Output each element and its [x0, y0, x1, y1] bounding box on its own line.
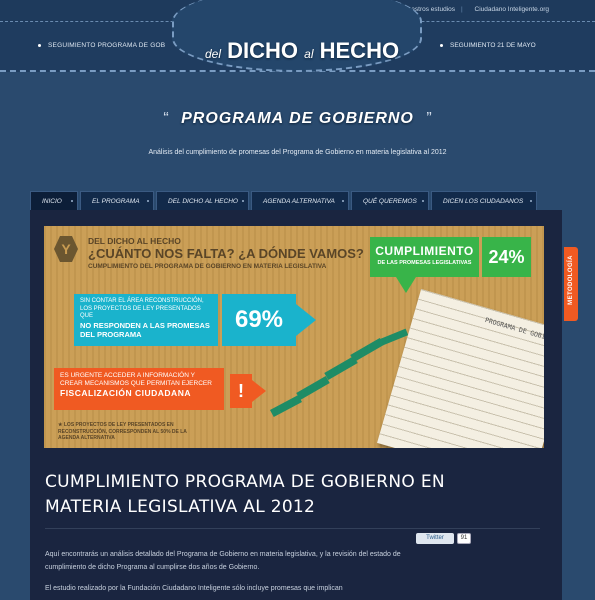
cumplimiento-sub: DE LAS PROMESAS LEGISLATIVAS	[377, 260, 472, 266]
nav-seguimiento-programa-label: Seguimiento Programa de Gob	[48, 42, 166, 49]
link-ciudadano-inteligente[interactable]: Ciudadano Inteligente.org	[475, 6, 549, 13]
article-body: Aquí encontrarás un análisis detallado d…	[45, 548, 405, 600]
infographic-banner[interactable]: Y DEL DICHO AL HECHO ¿CUÁNTO NOS FALTA? …	[44, 226, 544, 448]
exclamation-icon: !	[230, 374, 252, 408]
tab-inicio[interactable]: Inicio	[30, 191, 78, 210]
fiscalizacion-text-2: FISCALIZACIÓN CIUDADANA	[60, 388, 191, 398]
metodologia-side-tab[interactable]: Metodología	[564, 247, 578, 321]
proyectos-percent: 69%	[222, 294, 296, 346]
twitter-share-button[interactable]: Twitter	[416, 533, 454, 544]
nav-seguimiento-21-mayo[interactable]: Seguimiento 21 de mayo	[440, 42, 536, 49]
bullet-icon	[38, 43, 41, 47]
cyan-arrow-icon	[296, 304, 316, 336]
cumplimiento-percent: 24%	[482, 237, 531, 277]
divider	[45, 528, 540, 529]
nav-seguimiento-21-mayo-label: Seguimiento 21 de mayo	[450, 42, 536, 49]
logo-word-al: al	[304, 47, 314, 61]
banner-heading-big: ¿CUÁNTO NOS FALTA? ¿A DÓNDE VAMOS?	[88, 246, 364, 261]
fiscalizacion-box: ES URGENTE ACCEDER A INFORMACIÓN Y CREAR…	[54, 368, 224, 410]
content-panel: Y DEL DICHO AL HECHO ¿CUÁNTO NOS FALTA? …	[30, 210, 562, 600]
cumplimiento-box: CUMPLIMIENTO DE LAS PROMESAS LEGISLATIVA…	[370, 237, 479, 277]
article-paragraph: Aquí encontrarás un análisis detallado d…	[45, 551, 401, 571]
tab-del-dicho-al-hecho[interactable]: Del dicho al hecho	[156, 191, 249, 210]
quote-close-icon: ”	[426, 110, 432, 127]
proyectos-text-2: NO RESPONDEN A LAS PROMESAS DEL PROGRAMA	[80, 320, 210, 339]
y-hexagon-icon: Y	[54, 236, 78, 262]
green-pointer-icon	[396, 277, 416, 293]
paper-title: PROGRAMA DE GOBIERNO	[484, 316, 544, 346]
article-paragraph: El estudio realizado por la Fundación Ci…	[45, 585, 343, 592]
stair-step	[296, 376, 330, 400]
page-subtitle: Análisis del cumplimiento de promesas de…	[148, 149, 447, 156]
logo-word-dicho: DICHO	[227, 38, 299, 63]
twitter-count: 91	[457, 533, 471, 544]
logo-word-del: del	[205, 47, 222, 61]
cumplimiento-title: CUMPLIMIENTO	[375, 244, 474, 258]
nav-seguimiento-programa[interactable]: Seguimiento Programa de Gob	[38, 42, 165, 49]
bullet-icon	[440, 43, 443, 47]
metodologia-label: Metodología	[568, 255, 574, 305]
proyectos-text-1: SIN CONTAR EL ÁREA RECONSTRUCCIÓN, LOS P…	[80, 298, 204, 319]
site-logo[interactable]: del DICHO al HECHO	[205, 38, 405, 64]
quote-open-icon: “	[163, 110, 169, 127]
banner-heading-sub: CUMPLIMIENTO DEL PROGRAMA DE GOBIERNO EN…	[88, 263, 327, 270]
article-title: CUMPLIMIENTO PROGRAMA DE GOBIERNO EN MAT…	[45, 472, 445, 517]
banner-footnote: ★ LOS PROYECTOS DE LEY PRESENTADOS EN RE…	[58, 422, 187, 441]
stair-step	[377, 328, 409, 347]
tab-agenda-alternativa[interactable]: Agenda alternativa	[251, 191, 349, 210]
proyectos-box: SIN CONTAR EL ÁREA RECONSTRUCCIÓN, LOS P…	[74, 294, 218, 346]
banner-heading-small: DEL DICHO AL HECHO	[88, 236, 181, 246]
fiscalizacion-text-1: ES URGENTE ACCEDER A INFORMACIÓN Y CREAR…	[60, 372, 212, 387]
stair-step	[269, 394, 303, 418]
orange-arrow-icon	[252, 380, 266, 402]
tab-el-programa[interactable]: El Programa	[80, 191, 154, 210]
logo-word-hecho: HECHO	[319, 38, 400, 63]
tab-que-queremos[interactable]: Qué queremos	[351, 191, 429, 210]
page-title: PROGRAMA DE GOBIERNO	[181, 110, 414, 127]
program-document-image: PROGRAMA DE GOBIERNO	[377, 289, 544, 448]
tab-dicen-los-ciudadanos[interactable]: Dicen los ciudadanos	[431, 191, 537, 210]
hero-title-area: “ PROGRAMA DE GOBIERNO ”	[0, 110, 595, 128]
top-link-separator: |	[461, 6, 463, 13]
